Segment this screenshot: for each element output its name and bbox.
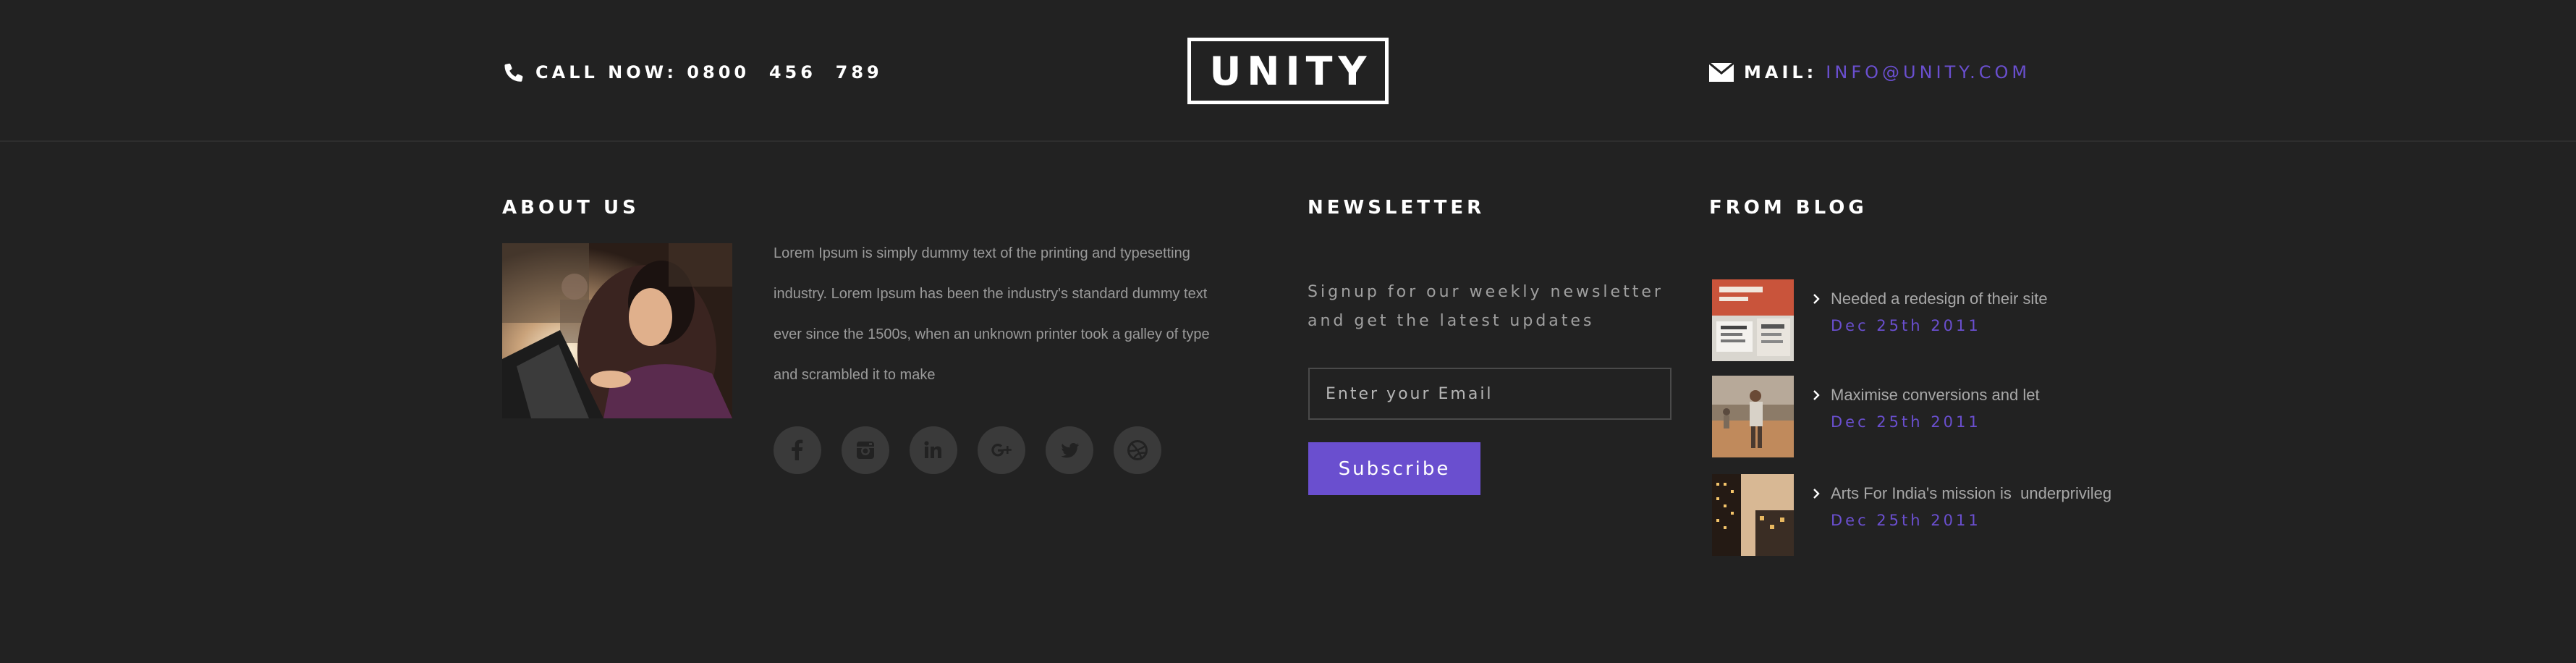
call-now[interactable]: CALL NOW: 0800 456 789 bbox=[502, 58, 883, 87]
blog-post-date: Dec 25th 2011 bbox=[1831, 317, 1981, 334]
blog-heading: FROM BLOG bbox=[1709, 197, 1868, 219]
subscribe-button[interactable]: Subscribe bbox=[1308, 442, 1480, 495]
newsletter-text: Signup for our weekly newsletter and get… bbox=[1308, 283, 1664, 330]
blog-post[interactable]: Needed a redesign of their site Dec 25th… bbox=[1712, 279, 2048, 361]
mail-contact: MAIL: INFO@UNITY.COM bbox=[1709, 58, 2030, 87]
blog-thumbnail[interactable] bbox=[1712, 376, 1794, 457]
linkedin-icon[interactable] bbox=[910, 426, 957, 474]
blog-post-date: Dec 25th 2011 bbox=[1831, 512, 1981, 529]
chevron-right-icon bbox=[1813, 294, 1820, 304]
about-text: Lorem Ipsum is simply dummy text of the … bbox=[774, 245, 1210, 383]
blog-post-title[interactable]: Arts For India's mission is underprivile… bbox=[1831, 484, 2111, 503]
google-plus-icon[interactable] bbox=[978, 426, 1025, 474]
call-now-text: CALL NOW: 0800 456 789 bbox=[535, 62, 883, 83]
envelope-icon bbox=[1709, 63, 1734, 82]
blog-thumbnail[interactable] bbox=[1712, 279, 1794, 361]
mail-label: MAIL: bbox=[1744, 62, 1818, 83]
top-bar: CALL NOW: 0800 456 789 UNITY MAIL: INFO@… bbox=[0, 0, 2576, 142]
dribbble-icon[interactable] bbox=[1114, 426, 1161, 474]
newsletter-heading: NEWSLETTER bbox=[1308, 197, 1486, 219]
blog-post-title[interactable]: Maximise conversions and let bbox=[1831, 386, 2040, 405]
social-icons bbox=[774, 426, 1182, 474]
logo-text: UNITY bbox=[1209, 48, 1373, 94]
phone-icon bbox=[504, 63, 523, 82]
blog-thumbnail[interactable] bbox=[1712, 474, 1794, 556]
logo[interactable]: UNITY bbox=[1187, 38, 1389, 104]
chevron-right-icon bbox=[1813, 489, 1820, 499]
about-heading: ABOUT US bbox=[502, 197, 640, 219]
blog-post-date: Dec 25th 2011 bbox=[1831, 413, 1981, 431]
blog-post[interactable]: Maximise conversions and let Dec 25th 20… bbox=[1712, 376, 2040, 457]
blog-post[interactable]: Arts For India's mission is underprivile… bbox=[1712, 474, 2111, 556]
mail-link[interactable]: INFO@UNITY.COM bbox=[1826, 62, 2030, 83]
email-input[interactable] bbox=[1308, 368, 1672, 420]
facebook-icon[interactable] bbox=[774, 426, 821, 474]
about-photo bbox=[502, 243, 732, 418]
instagram-icon[interactable] bbox=[842, 426, 889, 474]
blog-post-title[interactable]: Needed a redesign of their site bbox=[1831, 290, 2048, 308]
twitter-icon[interactable] bbox=[1046, 426, 1093, 474]
chevron-right-icon bbox=[1813, 390, 1820, 400]
